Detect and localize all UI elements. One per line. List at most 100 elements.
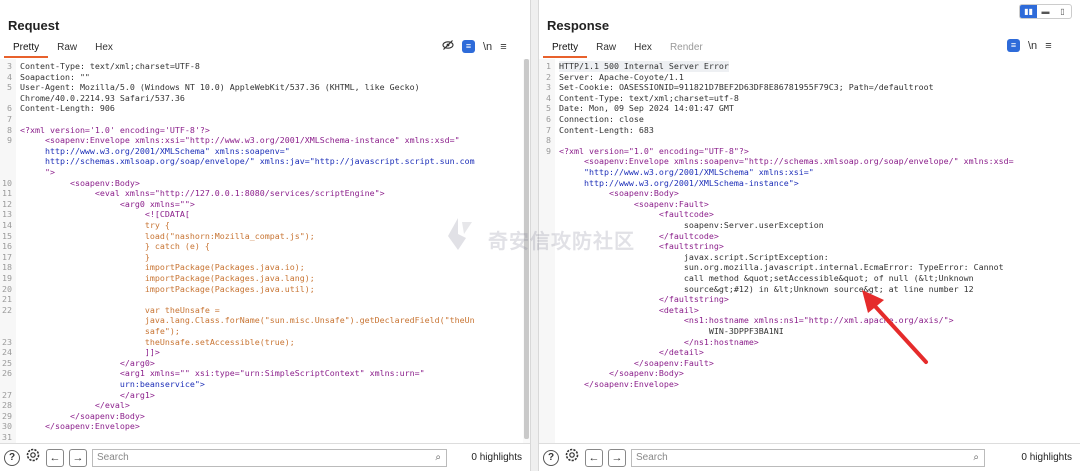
response-toolbar: ≡ \n ≡ bbox=[1007, 39, 1052, 52]
code-line: "http://www.w3.org/2001/XMLSchema" xmlns… bbox=[559, 167, 814, 177]
highlights-count: 0 highlights bbox=[1021, 452, 1072, 463]
code-line: </ns1:hostname> bbox=[559, 336, 759, 347]
tab-raw[interactable]: Raw bbox=[587, 40, 625, 58]
line-number: 10 bbox=[2, 177, 12, 188]
code-line: </arg0> bbox=[20, 357, 155, 368]
line-number: 6 bbox=[546, 114, 551, 124]
tab-pretty[interactable]: Pretty bbox=[543, 40, 588, 58]
code-line: <soapenv:Envelope xmlns:soapenv="http://… bbox=[559, 156, 1014, 167]
code-line: Content-Type: text/xml;charset=utf-8 bbox=[559, 92, 739, 103]
request-tabs: Pretty Raw Hex bbox=[4, 40, 122, 58]
back-arrow-icon[interactable]: ← bbox=[585, 448, 603, 467]
code-line: </faultstring> bbox=[559, 294, 729, 305]
code-line: Server: Apache-Coyote/1.1 bbox=[559, 71, 684, 82]
help-icon[interactable]: ? bbox=[4, 449, 20, 466]
response-title: Response bbox=[547, 18, 610, 33]
code-line: </eval> bbox=[20, 400, 130, 411]
code-line: sun.org.mozilla.javascript.internal.Ecma… bbox=[559, 262, 1004, 273]
line-number: 22 bbox=[2, 304, 12, 315]
code-line: Chrome/40.0.2214.93 Safari/537.36 bbox=[20, 92, 185, 103]
code-line: ]]> bbox=[20, 347, 160, 358]
code-line: importPackage(Packages.java.io); bbox=[20, 262, 305, 273]
eye-slash-icon[interactable] bbox=[442, 39, 454, 54]
code-line: <ns1:hostname xmlns:ns1="http://xml.apac… bbox=[559, 315, 954, 326]
line-number: 3 bbox=[7, 61, 12, 71]
tab-raw[interactable]: Raw bbox=[48, 40, 86, 58]
newline-icon[interactable]: \n bbox=[483, 41, 492, 53]
forward-arrow-icon[interactable]: → bbox=[69, 448, 87, 467]
line-number: 18 bbox=[2, 262, 12, 273]
search-icon[interactable]: ⌕ bbox=[973, 450, 979, 466]
settings-gear-icon[interactable] bbox=[564, 447, 580, 468]
code-line: source&gt;#12) in &lt;Unknown source&gt;… bbox=[559, 283, 974, 294]
code-line: </soapenv:Envelope> bbox=[559, 379, 679, 389]
code-line: Content-Type: text/xml;charset=UTF-8 bbox=[20, 61, 200, 71]
code-line: theUnsafe.setAccessible(true); bbox=[20, 336, 295, 347]
horizontal-icon[interactable]: ▬ bbox=[1037, 5, 1054, 18]
code-line: <soapenv:Envelope xmlns:xsi="http://www.… bbox=[20, 135, 460, 146]
line-number: 19 bbox=[2, 273, 12, 283]
search-placeholder: Search bbox=[636, 451, 668, 463]
code-line: urn:beanservice"> bbox=[20, 379, 205, 389]
search-input[interactable]: Search ⌕ bbox=[631, 448, 985, 467]
help-icon[interactable]: ? bbox=[543, 449, 559, 466]
code-line: http://schemas.xmlsoap.org/soap/envelope… bbox=[20, 156, 475, 167]
tab-hex[interactable]: Hex bbox=[625, 40, 661, 58]
line-number: 4 bbox=[7, 71, 12, 82]
code-line: <arg0 xmlns=""> bbox=[20, 198, 195, 209]
settings-gear-icon[interactable] bbox=[25, 447, 41, 468]
forward-arrow-icon[interactable]: → bbox=[608, 448, 626, 467]
code-line: </detail> bbox=[559, 347, 704, 358]
code-line: Connection: close bbox=[559, 114, 644, 124]
search-input[interactable]: Search ⌕ bbox=[92, 448, 447, 467]
tab-hex[interactable]: Hex bbox=[86, 40, 122, 58]
line-number: 8 bbox=[546, 135, 551, 146]
line-number: 17 bbox=[2, 251, 12, 262]
line-number: 24 bbox=[2, 347, 12, 358]
code-line: } bbox=[20, 251, 150, 262]
line-number: 4 bbox=[546, 92, 551, 103]
line-number: 30 bbox=[2, 421, 12, 432]
code-line: http://www.w3.org/2001/XMLSchema" xmlns:… bbox=[20, 145, 290, 156]
code-line: Date: Mon, 09 Sep 2024 14:01:47 GMT bbox=[559, 103, 734, 114]
watermark-logo-icon bbox=[448, 218, 472, 250]
code-line: http://www.w3.org/2001/XMLSchema-instanc… bbox=[559, 177, 799, 188]
request-title: Request bbox=[8, 18, 60, 33]
highlights-count: 0 highlights bbox=[471, 452, 522, 463]
code-line: <arg1 xmlns="" xsi:type="urn:SimpleScrip… bbox=[20, 368, 425, 379]
code-line: </soapenv:Body> bbox=[20, 410, 145, 421]
code-line: call method &quot;setAccessible&quot; of… bbox=[559, 273, 974, 283]
watermark-text: 奇安信攻防社区 bbox=[488, 231, 635, 253]
code-line: java.lang.Class.forName("sun.misc.Unsafe… bbox=[20, 315, 475, 326]
code-line: Content-Length: 683 bbox=[559, 124, 654, 135]
vertical-icon[interactable]: ▯ bbox=[1054, 5, 1071, 18]
code-line: <soapenv:Body> bbox=[20, 177, 140, 188]
line-number: 9 bbox=[7, 135, 12, 146]
code-line: User-Agent: Mozilla/5.0 (Windows NT 10.0… bbox=[20, 82, 420, 93]
code-line: <?xml version="1.0" encoding="UTF-8"?> bbox=[559, 145, 749, 156]
line-number: 21 bbox=[2, 294, 12, 305]
split-icon[interactable]: ▮▮ bbox=[1020, 5, 1037, 18]
menu-icon[interactable]: ≡ bbox=[500, 41, 506, 53]
back-arrow-icon[interactable]: ← bbox=[46, 448, 64, 467]
code-line: Soapaction: "" bbox=[20, 71, 90, 82]
newline-icon[interactable]: \n bbox=[1028, 40, 1037, 52]
code-line: safe"); bbox=[20, 326, 180, 336]
code-line: } catch (e) { bbox=[20, 241, 210, 252]
code-line: <?xml version='1.0' encoding='UTF-8'?> bbox=[20, 124, 210, 135]
wrap-icon[interactable]: ≡ bbox=[1007, 39, 1020, 52]
menu-icon[interactable]: ≡ bbox=[1045, 40, 1051, 52]
line-number: 23 bbox=[2, 336, 12, 347]
wrap-icon[interactable]: ≡ bbox=[462, 40, 475, 53]
line-number: 14 bbox=[2, 220, 12, 230]
search-icon[interactable]: ⌕ bbox=[435, 450, 441, 466]
code-line: <soapenv:Fault> bbox=[559, 198, 709, 209]
line-number: 28 bbox=[2, 400, 12, 411]
code-line: load("nashorn:Mozilla_compat.js"); bbox=[20, 230, 315, 241]
line-number: 26 bbox=[2, 368, 12, 379]
response-search-bar: ? ← → Search ⌕ 0 highlights bbox=[539, 443, 1080, 471]
code-line: </soapenv:Envelope> bbox=[20, 421, 140, 432]
tab-render[interactable]: Render bbox=[661, 40, 712, 58]
line-number: 5 bbox=[546, 103, 551, 114]
tab-pretty[interactable]: Pretty bbox=[4, 40, 49, 58]
